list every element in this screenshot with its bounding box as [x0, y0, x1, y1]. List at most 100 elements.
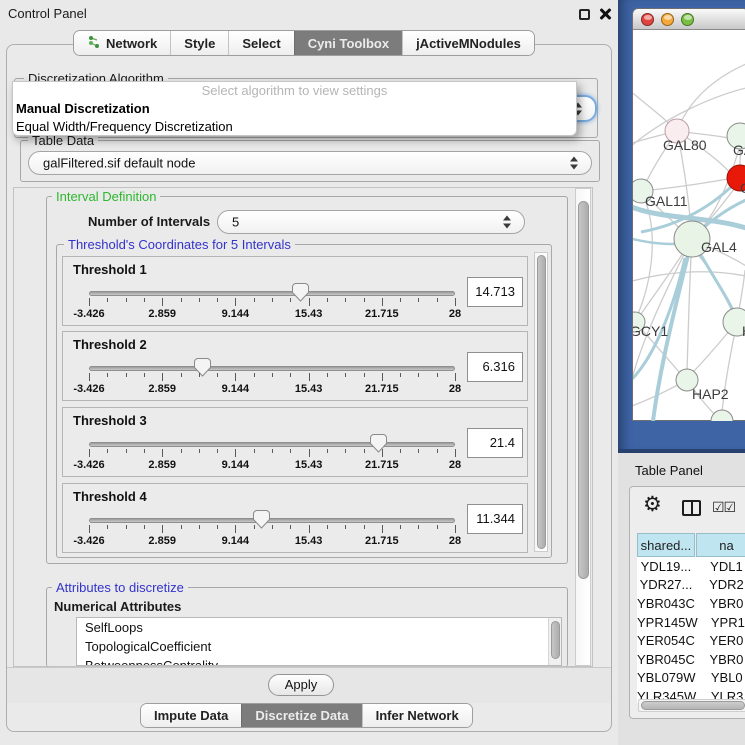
- table-cell: YER054C: [637, 631, 695, 650]
- threshold-value-field[interactable]: 11.344: [467, 504, 523, 534]
- tab-select[interactable]: Select: [228, 31, 293, 55]
- table-row[interactable]: YDL19...YDL1: [637, 557, 745, 576]
- tick-label: 28: [449, 308, 461, 320]
- node-label: GAL4: [701, 239, 737, 255]
- checkboxes-icon[interactable]: ☑☑: [712, 500, 735, 516]
- tab-infer-network[interactable]: Infer Network: [362, 704, 472, 727]
- panel-title: Control Panel: [8, 6, 87, 21]
- table-data-combo[interactable]: galFiltered.sif default node: [28, 151, 592, 175]
- tab-network[interactable]: Network: [74, 31, 170, 55]
- tick-label: 21.715: [365, 535, 399, 547]
- tick-label: 21.715: [365, 308, 399, 320]
- apply-bar: Apply: [7, 667, 611, 703]
- thresholds-scrollbar-thumb[interactable]: [537, 255, 546, 549]
- network-window-titlebar[interactable]: [633, 9, 745, 30]
- column-header-0[interactable]: shared...: [637, 533, 695, 557]
- minimize-traffic-light[interactable]: [661, 13, 674, 26]
- network-canvas[interactable]: GAL80GACGAL11GAL4GCY1HHAP2: [633, 30, 745, 421]
- tab-style[interactable]: Style: [170, 31, 228, 55]
- apply-button[interactable]: Apply: [268, 674, 334, 696]
- tick-label: 2.859: [148, 535, 176, 547]
- top-tabstrip: Network Style Select Cyni ToolboxjActiveMNo…: [73, 30, 535, 56]
- threshold-panel-1: Threshold 1-3.4262.8599.14415.4321.71528…: [62, 256, 528, 326]
- tab-label: Select: [242, 36, 280, 51]
- attributes-scrollbar-thumb[interactable]: [551, 621, 560, 659]
- table-cell: YDL19...: [637, 557, 695, 576]
- combo-stepper-icon: [570, 157, 579, 170]
- attribute-item-selfloops[interactable]: SelfLoops: [77, 618, 561, 637]
- thresholds-scrollbar[interactable]: [534, 252, 548, 552]
- threshold-panel-3: Threshold 3-3.4262.8599.14415.4321.71528…: [62, 407, 528, 477]
- intervals-combo[interactable]: 5: [217, 210, 525, 234]
- tab-label: Impute Data: [154, 708, 228, 723]
- node-label: GCY1: [633, 323, 668, 339]
- close-icon[interactable]: [599, 8, 611, 20]
- slider-track[interactable]: [89, 291, 455, 296]
- split-pane-icon[interactable]: [682, 500, 701, 516]
- slider-ticks: [89, 373, 456, 383]
- thresholds-group-title: Threshold's Coordinates for 5 Intervals: [64, 237, 295, 252]
- tab-label: Style: [184, 36, 215, 51]
- tab-impute-data[interactable]: Impute Data: [141, 704, 241, 727]
- table-row[interactable]: YER054CYER0: [637, 631, 745, 650]
- tick-label: 28: [449, 383, 461, 395]
- tab-jactivemnodules[interactable]: jActiveMNodules: [402, 31, 534, 55]
- slider-ticks: [89, 449, 456, 459]
- table-cell: YBR045C: [637, 650, 695, 669]
- network-icon: [87, 35, 101, 52]
- attribute-item-betweennesscentrality[interactable]: BetweennessCentrality: [77, 656, 561, 666]
- node-label: C: [740, 180, 745, 196]
- slider-ticks: [89, 525, 456, 535]
- slider-track[interactable]: [89, 518, 455, 523]
- attribute-item-topologicalcoefficient[interactable]: TopologicalCoefficient: [77, 637, 561, 656]
- outer-scrollbar-thumb[interactable]: [578, 201, 589, 579]
- table-cell: YBR043C: [637, 594, 695, 613]
- network-node[interactable]: [711, 410, 733, 421]
- table-row[interactable]: YBL079WYBL0: [637, 669, 745, 688]
- tick-label: 2.859: [148, 459, 176, 471]
- zoom-traffic-light[interactable]: [681, 13, 694, 26]
- table-cell: YPR1: [699, 613, 745, 632]
- combo-stepper-icon: [503, 216, 512, 229]
- float-icon[interactable]: [579, 9, 590, 20]
- numerical-attributes-header: Numerical Attributes: [50, 599, 185, 614]
- tick-label: -3.426: [73, 459, 104, 471]
- screen: Control Panel Network Style Select Cyni Too…: [0, 0, 745, 745]
- threshold-value-field[interactable]: 21.4: [467, 428, 523, 458]
- table-horizontal-scrollbar[interactable]: [638, 699, 745, 712]
- node-label: GA: [733, 142, 745, 158]
- gear-icon[interactable]: ⚙: [643, 494, 662, 515]
- table-horizontal-scrollbar-thumb[interactable]: [641, 701, 745, 710]
- table-row[interactable]: YDR27...YDR2: [637, 576, 745, 595]
- tick-label: 9.144: [222, 308, 250, 320]
- dropdown-option-equal-width-frequency-discretization[interactable]: Equal Width/Frequency Discretization: [13, 118, 576, 136]
- tick-label: -3.426: [73, 308, 104, 320]
- column-header-1[interactable]: na: [696, 533, 745, 557]
- slider-ticks: [89, 298, 456, 308]
- tab-cyni-toolbox[interactable]: Cyni Toolbox: [294, 31, 402, 55]
- algorithm-dropdown: Select algorithm to view settings Manual…: [12, 81, 577, 136]
- slider-track[interactable]: [89, 442, 455, 447]
- attributes-scrollbar[interactable]: [548, 618, 561, 665]
- dropdown-option-manual-discretization[interactable]: Manual Discretization: [13, 100, 576, 118]
- table-row[interactable]: YPR145WYPR1: [637, 613, 745, 632]
- control-panel: Control Panel Network Style Select Cyni Too…: [0, 0, 618, 745]
- threshold-value-field[interactable]: 6.316: [467, 352, 523, 382]
- slider-track[interactable]: [89, 366, 455, 371]
- close-traffic-light[interactable]: [641, 13, 654, 26]
- table-row[interactable]: YBR045CYBR0: [637, 650, 745, 669]
- tab-discretize-data[interactable]: Discretize Data: [241, 704, 361, 727]
- tick-label: 15.43: [295, 535, 323, 547]
- tick-label: 28: [449, 459, 461, 471]
- table-cell: YBR0: [696, 594, 745, 613]
- threshold-value-field[interactable]: 14.713: [467, 277, 523, 307]
- threshold-panel-4: Threshold 4-3.4262.8599.14415.4321.71528…: [62, 483, 528, 553]
- threshold-panel-2: Threshold 2-3.4262.8599.14415.4321.71528…: [62, 331, 528, 401]
- table-row[interactable]: YBR043CYBR0: [637, 594, 745, 613]
- table-cell: YER0: [696, 631, 745, 650]
- outer-scrollbar[interactable]: [575, 188, 591, 666]
- network-edge[interactable]: [677, 64, 745, 131]
- network-edge[interactable]: [633, 90, 673, 128]
- network-edge[interactable]: [641, 179, 728, 191]
- node-table: shared...na YDL19...YDL1YDR27...YDR2YBR0…: [637, 533, 745, 703]
